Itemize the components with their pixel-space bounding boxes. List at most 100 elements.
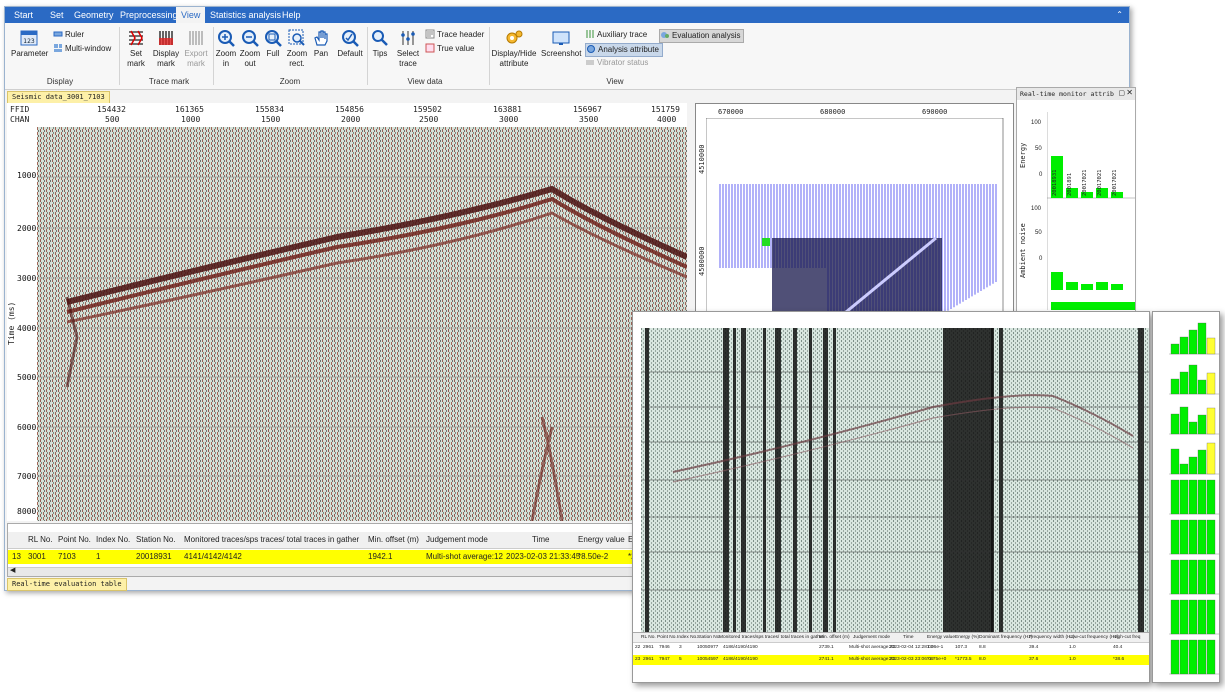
column-header[interactable]: Min. offset (m) (819, 635, 850, 640)
pan-button[interactable]: Pan (311, 29, 331, 59)
multi-window-icon (54, 44, 62, 52)
seismic-section[interactable]: Time (ms) 1000 2000 3000 4000 5000 6000 … (7, 127, 687, 521)
menu-preprocessing[interactable]: Preprocessing (115, 7, 183, 23)
realtime-evaluation-tab[interactable]: Real-time evaluation table (7, 578, 127, 591)
column-header[interactable]: Low-cut frequency (Hz) (1069, 635, 1119, 640)
column-header[interactable]: Time (532, 532, 549, 548)
column-header[interactable]: Frequency width (Hz) (1029, 635, 1075, 640)
chan-value: 2000 (341, 115, 361, 124)
menu-set[interactable]: Set (45, 7, 69, 23)
column-header[interactable]: Time (903, 635, 913, 640)
tips-icon (372, 30, 388, 46)
monitor-bars (1047, 112, 1135, 310)
map-x-tick: 690000 (922, 108, 948, 116)
column-header[interactable]: Energy (%) (955, 635, 979, 640)
map-y-tick: 4510000 (698, 144, 706, 174)
display-hide-attribute-button[interactable]: Display/Hide attribute (491, 29, 537, 69)
select-trace-button[interactable]: Select trace (395, 29, 421, 69)
chan-value: 1500 (261, 115, 281, 124)
vibrator-status-button[interactable]: Vibrator status (585, 57, 648, 69)
column-header[interactable]: Energy value (578, 532, 625, 548)
y-axis-label: Time (ms) (7, 301, 16, 345)
close-icon[interactable]: ✕ (1126, 88, 1133, 97)
column-header[interactable]: Station No. (697, 635, 721, 640)
divider (489, 27, 490, 85)
analysis-attribute-button[interactable]: Analysis attribute (585, 43, 663, 57)
parameter-button[interactable]: 123 Parameter (11, 29, 48, 59)
column-header[interactable]: Min. offset (m) (368, 532, 419, 548)
ruler-button[interactable]: Ruler (53, 29, 84, 41)
true-value-button[interactable]: True value (425, 43, 475, 55)
column-header[interactable]: Index No. (96, 532, 130, 548)
chan-value: 1000 (181, 115, 201, 124)
table-row[interactable]: 13 3001 7103 1 20018931 4141/4142/4142 1… (8, 550, 634, 564)
map-x-tick: 670000 (718, 108, 744, 116)
column-header[interactable]: Judgement mode (853, 635, 890, 640)
collapse-ribbon-icon[interactable]: ⌃ (1116, 10, 1123, 19)
menu-start[interactable]: Start (9, 7, 38, 23)
column-header[interactable]: Monitored traces/sps traces/ total trace… (719, 635, 824, 640)
table-row[interactable]: 22 2961 7946 3 10050977 4186/4190/4190 2… (633, 644, 1149, 653)
energy-tick: 0 (1039, 172, 1043, 178)
table-cell: 4186/4190/4190 (723, 657, 758, 662)
zoom-rect-button[interactable]: Zoom rect. (285, 29, 309, 69)
seismic-wiggle-plot (37, 127, 687, 521)
horizontal-scrollbar[interactable]: ◀ (8, 567, 634, 576)
evaluation-analysis-window: RL No. Point No. Index No. Station No. M… (632, 311, 1150, 683)
column-header[interactable]: RL No. (28, 532, 53, 548)
export-mark-button[interactable]: Export mark (181, 29, 211, 69)
menu-geometry[interactable]: Geometry (69, 7, 119, 23)
menu-help[interactable]: Help (277, 7, 306, 23)
evaluation-analysis-button[interactable]: Evaluation analysis (659, 29, 745, 43)
screenshot-button[interactable]: Screenshot (541, 29, 581, 59)
true-value-icon (425, 43, 435, 53)
noise-bar (1111, 284, 1123, 290)
zoom-in-icon (218, 30, 235, 47)
auxiliary-trace-button[interactable]: Auxiliary trace (585, 29, 647, 41)
zoom-out-button[interactable]: Zoom out (239, 29, 261, 69)
energy-tick: 50 (1035, 146, 1042, 152)
full-button[interactable]: Full (263, 29, 283, 59)
column-header[interactable]: High-cut freq (1113, 635, 1140, 640)
menu-statistics-analysis[interactable]: Statistics analysis (205, 7, 286, 23)
table-row[interactable]: 23 2961 7947 5 10054597 4186/4190/4190 2… (633, 655, 1149, 665)
noise-tick: 0 (1039, 256, 1043, 262)
table-cell: 8.8 (979, 645, 986, 650)
trace-header-button[interactable]: Trace header (425, 29, 484, 41)
pin-icon[interactable]: ▢ (1118, 89, 1125, 97)
zoom-group-label: Zoom (279, 77, 301, 86)
column-header[interactable]: Judgement mode (426, 532, 488, 548)
table-cell: 5 (679, 657, 682, 662)
tips-button[interactable]: Tips (369, 29, 391, 59)
table-cell: *38.6 (1113, 657, 1125, 662)
column-header[interactable]: Point No. (58, 532, 91, 548)
column-header[interactable]: Dominant frequency (Hz) (979, 635, 1032, 640)
default-button[interactable]: Default (335, 29, 365, 59)
geometry-map[interactable]: 670000 680000 690000 4510000 4500000 (695, 103, 1014, 313)
column-header[interactable]: Index No. (677, 635, 698, 640)
multi-window-button[interactable]: Multi-window (53, 43, 111, 55)
evaluation-analysis-icon (661, 32, 669, 38)
display-mark-button[interactable]: Display mark (151, 29, 181, 69)
column-header[interactable]: RL No. (641, 635, 656, 640)
monitor-title: Real-time monitor attrib (1017, 88, 1135, 100)
energy-tick: 100 (1031, 120, 1042, 126)
column-header[interactable]: Point No. (657, 635, 677, 640)
ribbon: 123 Parameter Ruler Multi-window Display… (5, 23, 1129, 90)
win2-evaluation-table: RL No. Point No. Index No. Station No. M… (633, 632, 1149, 682)
menu-view[interactable]: View (176, 7, 206, 23)
y-tick: 2000 (17, 224, 37, 233)
scroll-left-icon[interactable]: ◀ (10, 566, 15, 574)
attribute-bars (1153, 312, 1219, 682)
table-header: RL No. Point No. Index No. Station No. M… (8, 532, 634, 549)
column-header[interactable]: Energy value (927, 635, 955, 640)
set-mark-button[interactable]: Set mark (123, 29, 149, 69)
table-cell: 3001 (28, 552, 46, 561)
chan-value: 4000 (657, 115, 677, 124)
table-cell: 3 (679, 645, 682, 650)
column-header[interactable]: Monitored traces/sps traces/ total trace… (184, 532, 359, 548)
column-header[interactable]: Station No. (136, 532, 176, 548)
zoom-in-button[interactable]: Zoom in (215, 29, 237, 69)
table-cell: 40.4 (1113, 645, 1123, 650)
table-cell: 107.3 (955, 645, 968, 650)
